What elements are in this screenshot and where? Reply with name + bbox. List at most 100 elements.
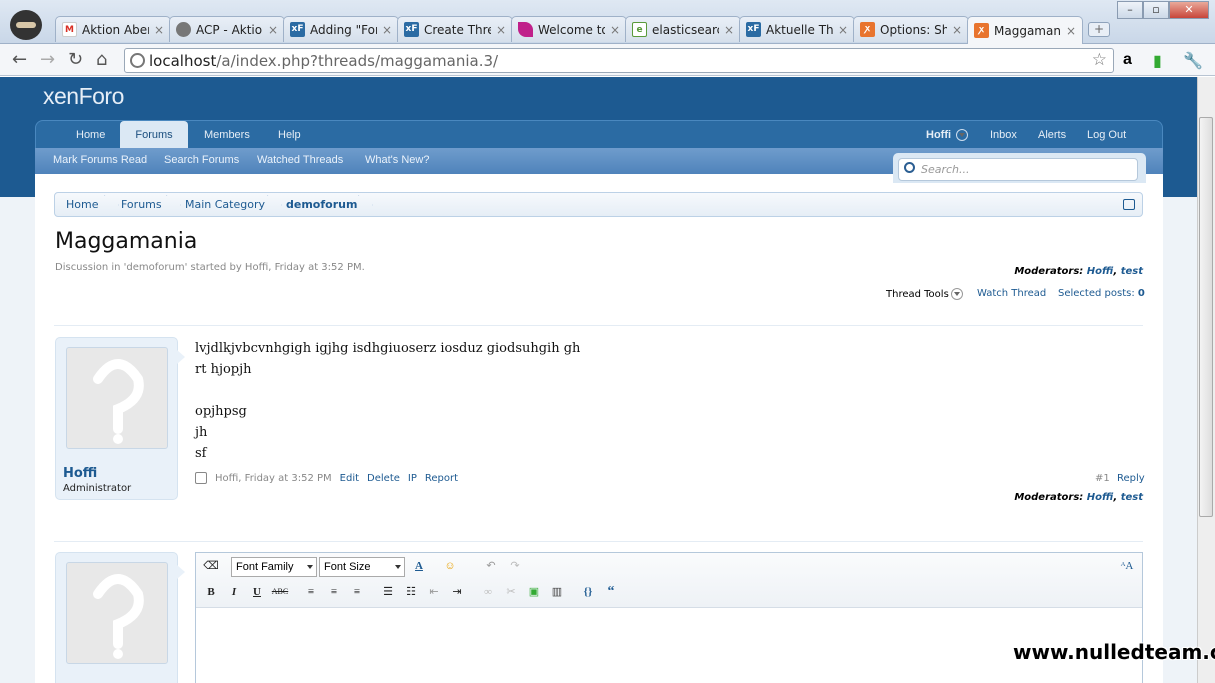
numbered-list-icon[interactable]: ☷ (402, 583, 420, 601)
page-viewport: xenForo Home Forums Members Help Hoffi I… (0, 77, 1197, 683)
code-icon[interactable]: {} (579, 583, 597, 601)
indent-icon[interactable]: ⇥ (448, 583, 466, 601)
reply-link[interactable]: Reply (1117, 473, 1145, 484)
close-icon[interactable]: × (610, 23, 620, 37)
text-color-icon[interactable]: A (410, 557, 428, 575)
close-icon[interactable]: × (724, 23, 734, 37)
nav-tab-forums[interactable]: Forums (120, 121, 188, 150)
elastic-icon: e (632, 22, 647, 37)
signal-icon[interactable]: ▮ (1153, 51, 1162, 70)
new-tab-button[interactable]: + (1088, 22, 1110, 37)
avatar[interactable] (66, 562, 168, 664)
chevron-down-icon (956, 129, 969, 142)
bold-icon[interactable]: B (202, 583, 220, 601)
breadcrumb-separator (104, 193, 118, 216)
watch-thread-link[interactable]: Watch Thread (977, 288, 1046, 299)
breadcrumb-main-category[interactable]: Main Category (185, 193, 265, 216)
switch-mode-icon[interactable]: ᴬA (1118, 557, 1136, 575)
font-family-select[interactable]: Font Family (231, 557, 317, 577)
report-link[interactable]: Report (425, 473, 458, 484)
browser-tab-9[interactable]: ꭗ Maggamani × (967, 16, 1083, 44)
font-size-select[interactable]: Font Size (319, 557, 405, 577)
browser-tab-3[interactable]: xF Adding "For × (283, 16, 399, 42)
scrollbar-thumb[interactable] (1199, 117, 1213, 517)
close-icon[interactable]: × (382, 23, 392, 37)
scrollbar[interactable] (1197, 77, 1215, 683)
media-icon[interactable]: ▥ (548, 583, 566, 601)
redo-icon[interactable]: ↷ (506, 557, 524, 575)
bookmark-star-icon[interactable]: ☆ (1092, 50, 1107, 70)
nav-tab-members[interactable]: Members (204, 121, 250, 150)
image-icon[interactable]: ▣ (525, 583, 543, 601)
home-icon[interactable]: ⌂ (96, 49, 107, 71)
thread-tools-menu[interactable]: Thread Tools (886, 288, 963, 300)
mark-forums-read-link[interactable]: Mark Forums Read (53, 148, 147, 172)
back-icon[interactable]: ← (12, 49, 27, 71)
ip-link[interactable]: IP (408, 473, 417, 484)
chevron-down-icon (950, 288, 963, 300)
watched-threads-link[interactable]: Watched Threads (257, 148, 343, 172)
breadcrumb-forums[interactable]: Forums (121, 193, 162, 216)
post-number[interactable]: #1 (1095, 473, 1110, 484)
strikethrough-icon[interactable]: ABC (271, 583, 289, 601)
browser-tab-2[interactable]: ACP - Aktior × (169, 16, 285, 42)
align-center-icon[interactable]: ≡ (325, 583, 343, 601)
selected-posts-link[interactable]: Selected posts: 0 (1058, 288, 1145, 299)
undo-icon[interactable]: ↶ (482, 557, 500, 575)
close-icon[interactable]: × (838, 23, 848, 37)
popout-icon[interactable] (1123, 199, 1135, 210)
close-icon[interactable]: × (496, 23, 506, 37)
browser-tab-8[interactable]: ꭗOptions: Sho× (853, 16, 969, 42)
smiley-icon[interactable]: ☺ (441, 557, 459, 575)
whats-new-link[interactable]: What's New? (365, 148, 429, 172)
post-author[interactable]: Hoffi (63, 466, 97, 481)
user-menu[interactable]: Hoffi (926, 121, 969, 150)
eraser-icon[interactable]: ⌫ (202, 557, 220, 575)
maximize-button[interactable]: ▫ (1143, 1, 1169, 19)
site-logo[interactable]: xenForo (43, 83, 124, 110)
forward-icon[interactable]: → (40, 49, 55, 71)
link-icon[interactable]: ∞ (479, 583, 497, 601)
divider (54, 325, 1143, 326)
align-left-icon[interactable]: ≡ (302, 583, 320, 601)
outdent-icon[interactable]: ⇤ (425, 583, 443, 601)
nav-logout[interactable]: Log Out (1087, 121, 1126, 150)
close-window-button[interactable]: ✕ (1169, 1, 1209, 19)
nav-tab-home[interactable]: Home (76, 121, 105, 150)
nav-tab-help[interactable]: Help (278, 121, 301, 150)
browser-tab-5[interactable]: Welcome to × (511, 16, 627, 42)
reply-editor[interactable]: ⌫ Font Family Font Size A ☺ ↶ ↷ ᴬA B I U… (195, 552, 1143, 683)
delete-link[interactable]: Delete (367, 473, 400, 484)
address-bar[interactable]: localhost/a/index.php?threads/maggamania… (124, 48, 1114, 73)
italic-icon[interactable]: I (225, 583, 243, 601)
underline-icon[interactable]: U (248, 583, 266, 601)
editor-toolbar: ⌫ Font Family Font Size A ☺ ↶ ↷ ᴬA B I U… (196, 553, 1142, 608)
post-timestamp[interactable]: Hoffi, Friday at 3:52 PM (215, 473, 332, 484)
breadcrumb-home[interactable]: Home (66, 193, 98, 216)
quote-icon[interactable]: “ (602, 583, 620, 601)
breadcrumb-demoforum[interactable]: demoforum (286, 193, 357, 216)
minimize-button[interactable]: – (1117, 1, 1143, 19)
close-icon[interactable]: × (154, 23, 164, 37)
close-icon[interactable]: × (952, 23, 962, 37)
browser-tab-1[interactable]: M Aktion Aben × (55, 16, 171, 42)
select-post-checkbox[interactable] (195, 472, 207, 484)
search-input[interactable]: Search... (898, 158, 1138, 181)
reload-icon[interactable]: ↻ (68, 49, 83, 71)
wrench-icon[interactable]: 🔧 (1183, 51, 1203, 70)
amazon-icon[interactable]: a (1123, 51, 1132, 69)
bullet-list-icon[interactable]: ☰ (379, 583, 397, 601)
search-forums-link[interactable]: Search Forums (164, 148, 239, 172)
align-right-icon[interactable]: ≡ (348, 583, 366, 601)
nav-alerts[interactable]: Alerts (1038, 121, 1066, 150)
browser-tab-7[interactable]: xFAktuelle The× (739, 16, 855, 42)
browser-tab-4[interactable]: xFCreate Threa× (397, 16, 513, 42)
breadcrumb-separator (358, 193, 372, 216)
close-icon[interactable]: × (268, 23, 278, 37)
edit-link[interactable]: Edit (340, 473, 359, 484)
nav-inbox[interactable]: Inbox (990, 121, 1017, 150)
close-icon[interactable]: × (1066, 24, 1076, 38)
avatar[interactable] (66, 347, 168, 449)
browser-tab-6[interactable]: eelasticsearch× (625, 16, 741, 42)
unlink-icon[interactable]: ✂ (502, 583, 520, 601)
